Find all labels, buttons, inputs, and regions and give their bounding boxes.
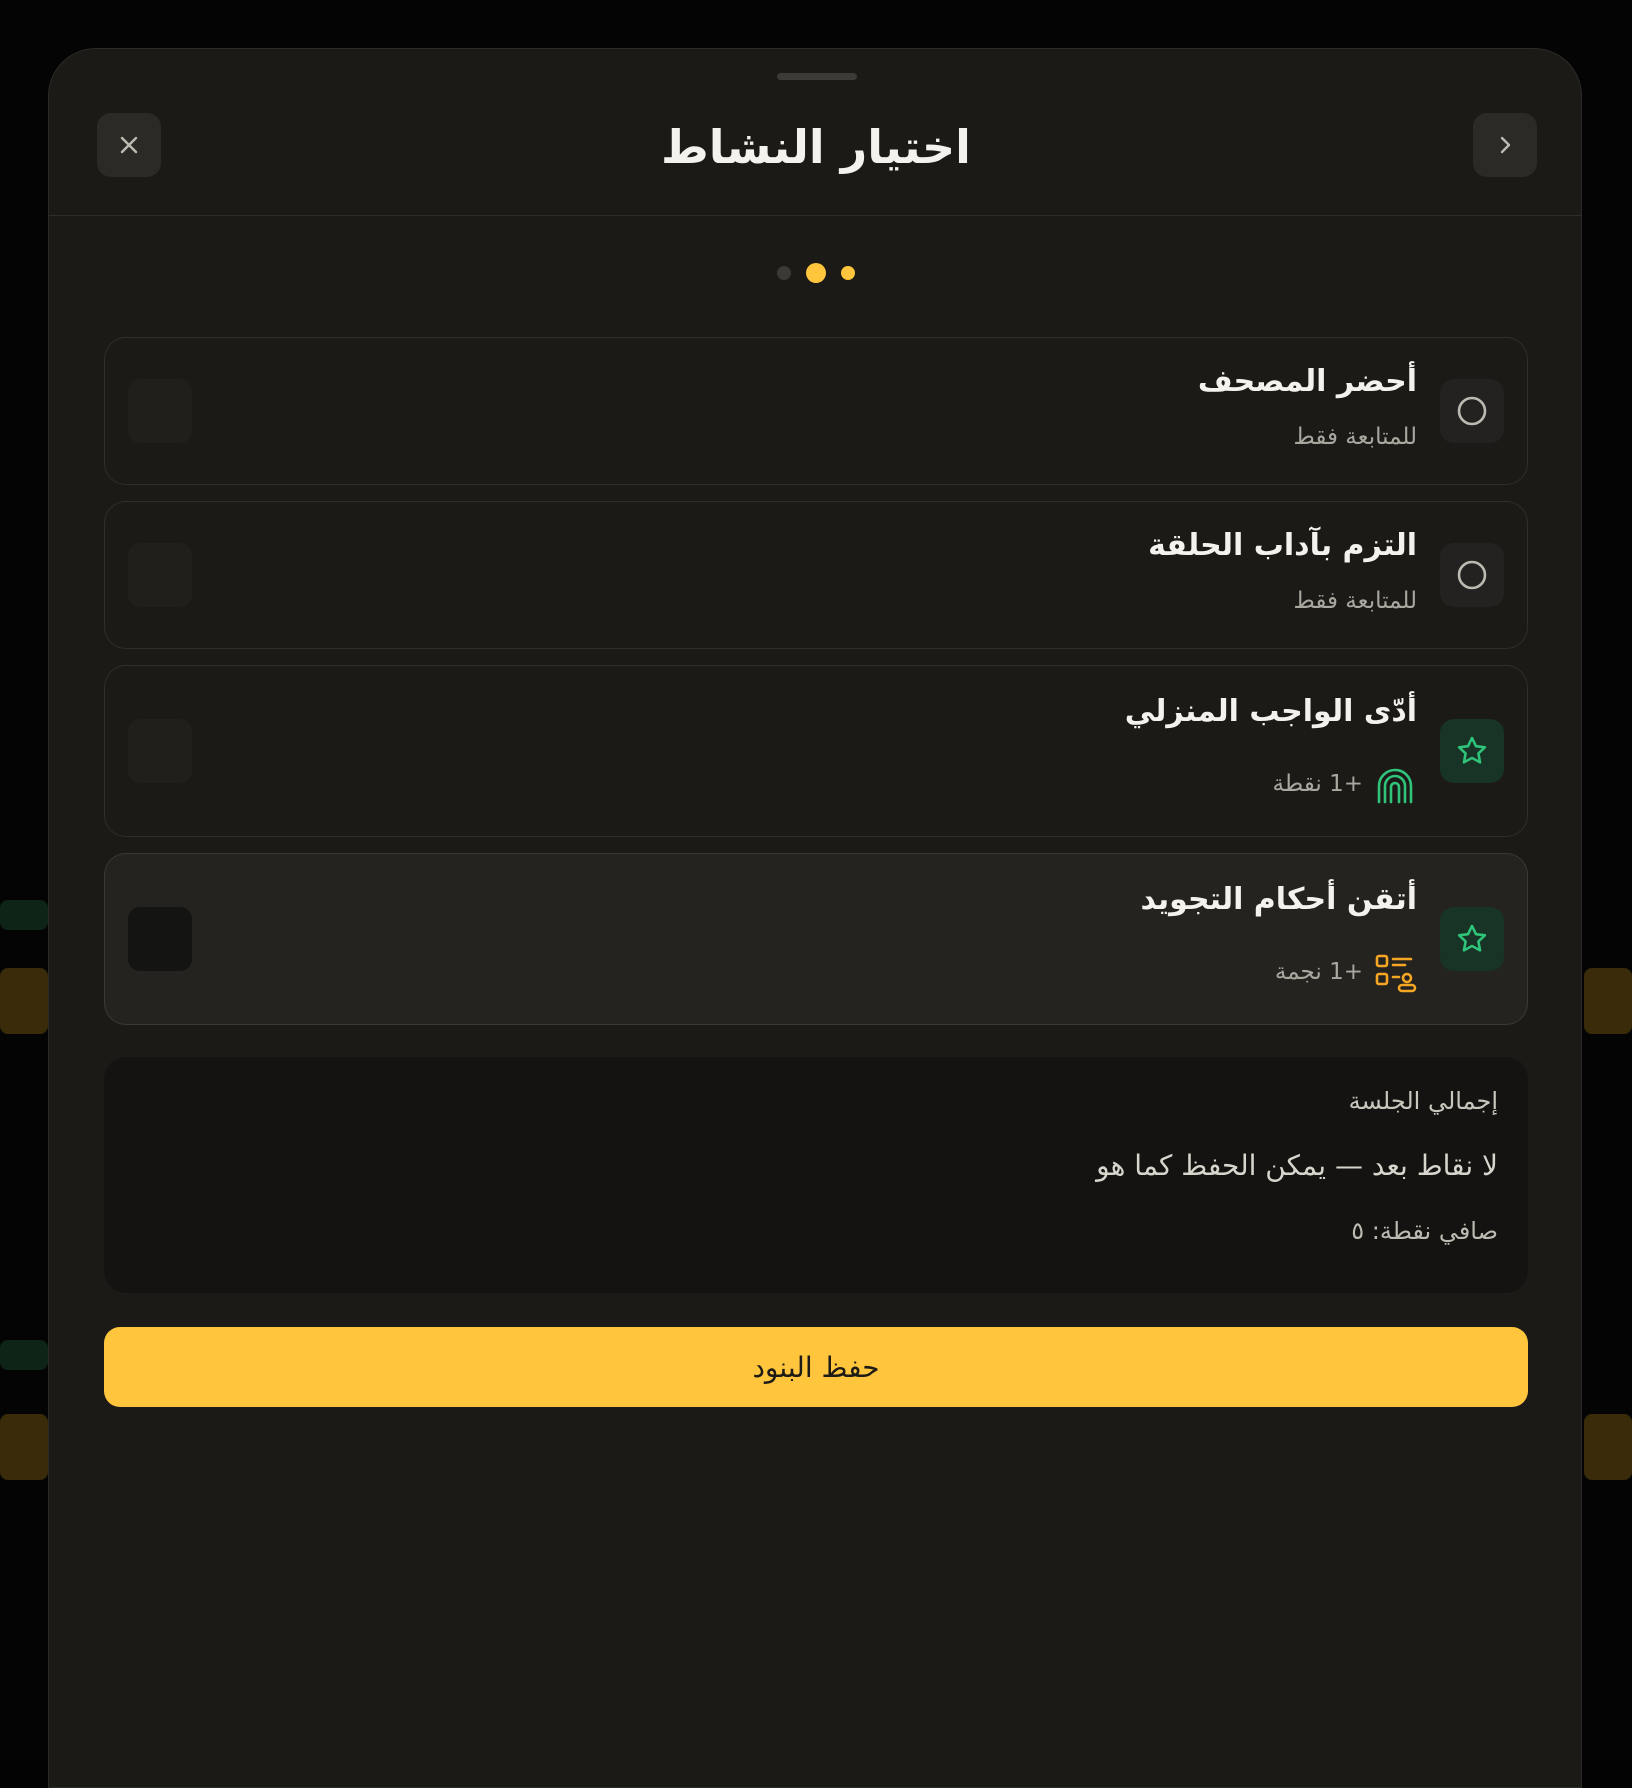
close-button[interactable] [97, 113, 161, 177]
chevron-right-icon [1500, 136, 1511, 154]
summary-title: إجمالي الجلسة [1348, 1087, 1498, 1115]
status-badge [1440, 379, 1504, 443]
selection-box[interactable] [128, 379, 192, 443]
backdrop-accent-strip [0, 968, 48, 1034]
activity-card[interactable]: التزم بآداب الحلقة للمتابعة فقط [104, 501, 1528, 649]
page-dot[interactable] [777, 266, 791, 280]
status-badge [1440, 907, 1504, 971]
backdrop-accent-strip [1584, 1414, 1632, 1480]
backdrop-accent-strip [1584, 968, 1632, 1034]
page-dot-active[interactable] [806, 263, 826, 283]
activity-reward: +1 نقطة [517, 760, 1417, 808]
next-button[interactable] [1473, 113, 1537, 177]
activity-card-selected[interactable]: أتقن أحكام التجويد +1 نجمة [104, 853, 1528, 1025]
activity-note: للمتابعة فقط [1293, 424, 1417, 450]
page-dot[interactable] [841, 266, 855, 280]
header-divider [49, 215, 1581, 216]
drag-handle[interactable] [777, 73, 857, 80]
selection-box[interactable] [128, 907, 192, 971]
summary-net-points: صافي نقطة: ٥ [1351, 1217, 1498, 1245]
backdrop-accent-strip [0, 1414, 48, 1480]
radio-circle-icon [1457, 396, 1487, 426]
activity-title: أدّى الواجب المنزلي [1124, 694, 1417, 729]
activity-reward: +1 نجمة [517, 948, 1417, 996]
activity-title: أتقن أحكام التجويد [1140, 882, 1417, 917]
summary-message: لا نقاط بعد — يمكن الحفظ كما هو [1096, 1149, 1498, 1182]
nodes-icon [1375, 954, 1417, 993]
activity-subtitle: للمتابعة فقط [517, 422, 1417, 452]
status-badge [1440, 719, 1504, 783]
fingerprint-icon [1377, 768, 1413, 804]
status-badge [1440, 543, 1504, 607]
star-icon [1457, 736, 1487, 764]
activity-card[interactable]: أحضر المصحف للمتابعة فقط [104, 337, 1528, 485]
star-icon [1457, 924, 1487, 952]
backdrop-accent-strip [0, 1340, 48, 1370]
save-button[interactable]: حفظ البنود [104, 1327, 1528, 1407]
session-summary: إجمالي الجلسة لا نقاط بعد — يمكن الحفظ ك… [104, 1057, 1528, 1293]
activity-title: أحضر المصحف [1197, 364, 1417, 399]
selection-box[interactable] [128, 719, 192, 783]
reward-label: +1 نجمة [1274, 959, 1363, 985]
close-icon [120, 136, 138, 154]
activity-title: التزم بآداب الحلقة [1148, 528, 1417, 563]
dialog-title: اختيار النشاط [661, 120, 971, 174]
selection-box[interactable] [128, 543, 192, 607]
radio-circle-icon [1457, 560, 1487, 590]
activity-picker-sheet: اختيار النشاط أحضر المصحف للمتابعة فقط ا… [48, 48, 1582, 1788]
activity-card[interactable]: أدّى الواجب المنزلي +1 نقطة [104, 665, 1528, 837]
reward-label: +1 نقطة [1272, 771, 1363, 797]
page-indicator [49, 263, 1581, 283]
backdrop-accent-strip [0, 900, 48, 930]
activity-note: للمتابعة فقط [1293, 588, 1417, 614]
activity-subtitle: للمتابعة فقط [517, 586, 1417, 616]
